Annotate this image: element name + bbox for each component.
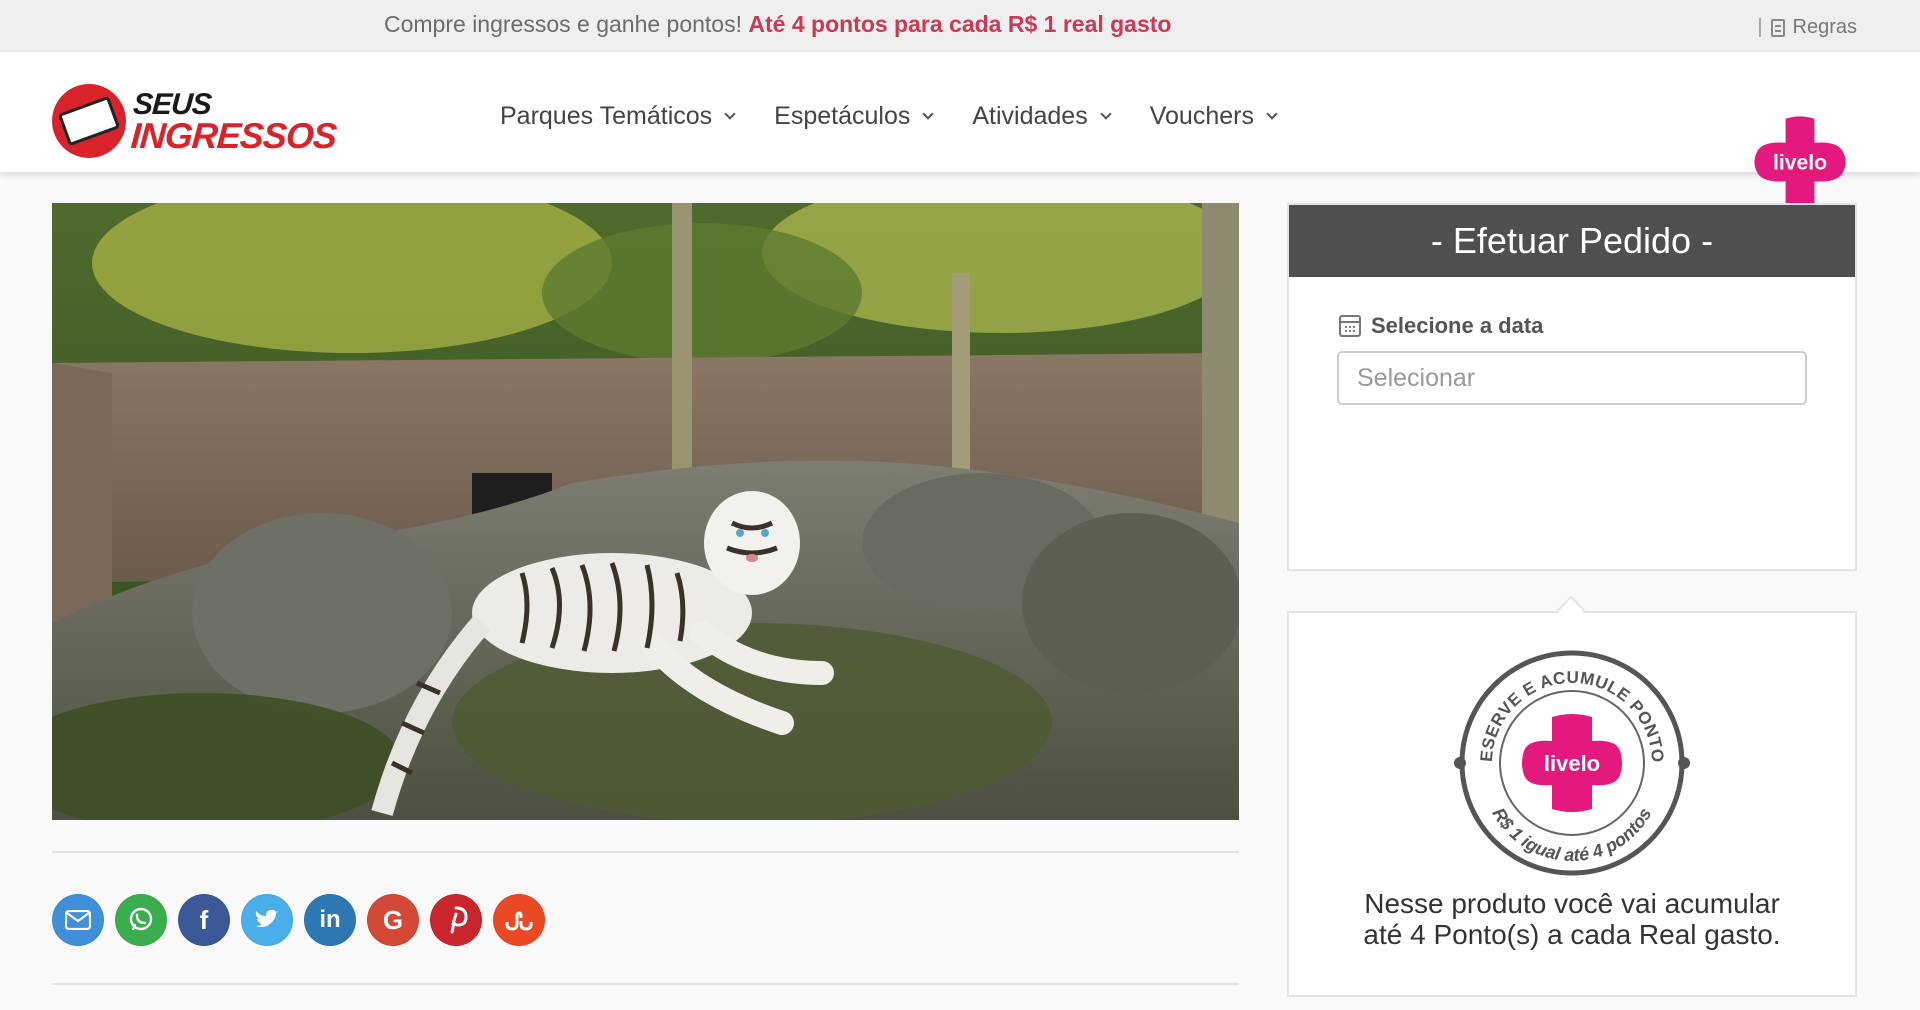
chevron-down-icon bbox=[1100, 107, 1112, 120]
logo-hand-icon bbox=[52, 84, 126, 158]
email-icon bbox=[65, 910, 91, 930]
share-whatsapp-button[interactable] bbox=[115, 894, 167, 946]
order-panel: - Efetuar Pedido - Selecione a data bbox=[1287, 203, 1857, 571]
nav-item-label: Vouchers bbox=[1149, 102, 1254, 130]
calendar-icon bbox=[1339, 315, 1361, 337]
chevron-down-icon bbox=[922, 107, 935, 120]
share-divider-top bbox=[52, 851, 1239, 853]
site-header: SEUS INGRESSOS Parques Temáticos Espetác… bbox=[0, 52, 1920, 208]
rules-label: Regras bbox=[1792, 16, 1857, 38]
promo-highlight: Até 4 pontos para cada R$ 1 real gasto bbox=[748, 11, 1172, 37]
main-nav: Parques Temáticos Espetáculos Atividades… bbox=[500, 102, 1316, 131]
rules-link[interactable]: | Regras bbox=[1757, 16, 1857, 39]
nav-item-espetaculos[interactable]: Espetáculos bbox=[774, 102, 935, 131]
share-linkedin-button[interactable]: in bbox=[304, 894, 356, 946]
promo-bar: Compre ingressos e ganhe pontos! Até 4 p… bbox=[0, 0, 1920, 52]
logo-text-bottom: INGRESSOS bbox=[129, 114, 338, 156]
points-message-line2: até 4 Ponto(s) a cada Real gasto. bbox=[1363, 918, 1781, 950]
product-image bbox=[52, 203, 1239, 820]
share-facebook-button[interactable]: f bbox=[178, 894, 230, 946]
twitter-icon bbox=[255, 909, 279, 928]
badge-center-text: livelo bbox=[1544, 751, 1600, 776]
google-icon: G bbox=[382, 904, 404, 935]
nav-item-label: Parques Temáticos bbox=[500, 102, 713, 130]
nav-item-vouchers[interactable]: Vouchers bbox=[1149, 102, 1278, 131]
date-label-text: Selecione a data bbox=[1371, 313, 1544, 338]
nav-item-label: Atividades bbox=[972, 102, 1088, 130]
promo-message: Compre ingressos e ganhe pontos! bbox=[384, 11, 742, 37]
points-panel: RESERVE E ACUMULE PONTOS R$ 1 igual até … bbox=[1287, 611, 1857, 997]
livelo-points-badge: RESERVE E ACUMULE PONTOS R$ 1 igual até … bbox=[1452, 643, 1690, 876]
document-icon bbox=[1770, 18, 1785, 37]
share-pinterest-button[interactable] bbox=[430, 894, 482, 946]
linkedin-icon: in bbox=[319, 906, 341, 933]
rules-separator: | bbox=[1757, 16, 1763, 38]
share-google-button[interactable]: G bbox=[367, 894, 419, 946]
date-label: Selecione a data bbox=[1339, 313, 1543, 339]
nav-item-label: Espetáculos bbox=[774, 102, 911, 130]
chevron-down-icon bbox=[724, 107, 736, 120]
nav-item-parques-tematicos[interactable]: Parques Temáticos bbox=[500, 102, 736, 131]
nav-item-atividades[interactable]: Atividades bbox=[972, 102, 1112, 131]
stumbleupon-icon bbox=[505, 911, 533, 931]
chevron-down-icon bbox=[1266, 107, 1278, 120]
promo-text: Compre ingressos e ganhe pontos! Até 4 p… bbox=[384, 11, 1171, 38]
points-message-line1: Nesse produto você vai acumular bbox=[1364, 888, 1780, 919]
date-select-input[interactable] bbox=[1337, 351, 1807, 405]
share-stumbleupon-button[interactable] bbox=[493, 894, 545, 946]
points-message: Nesse produto você vai acumular até 4 Po… bbox=[1309, 888, 1835, 951]
facebook-icon: f bbox=[199, 904, 209, 935]
livelo-logo-text: livelo bbox=[1773, 152, 1827, 175]
site-logo[interactable]: SEUS INGRESSOS bbox=[52, 84, 338, 158]
pinterest-icon bbox=[450, 906, 468, 934]
order-panel-title: - Efetuar Pedido - bbox=[1289, 205, 1855, 277]
share-twitter-button[interactable] bbox=[241, 894, 293, 946]
whatsapp-icon bbox=[129, 907, 153, 931]
livelo-logo[interactable]: livelo bbox=[1752, 114, 1848, 210]
share-divider-bottom bbox=[52, 983, 1239, 985]
share-buttons: f in G bbox=[52, 894, 545, 946]
share-email-button[interactable] bbox=[52, 894, 104, 946]
